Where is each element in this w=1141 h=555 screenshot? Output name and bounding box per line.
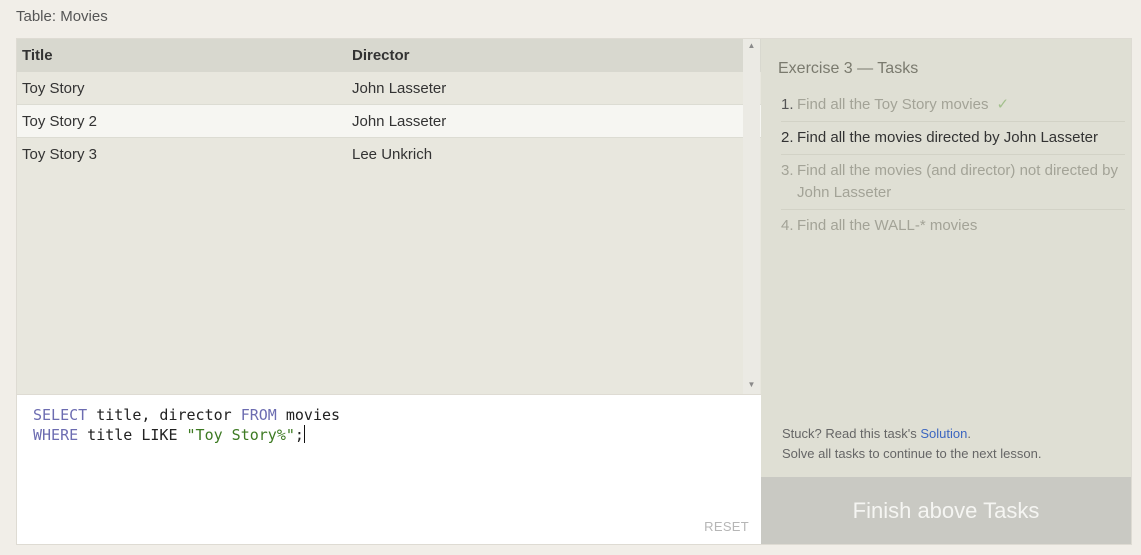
finish-tasks-button[interactable]: Finish above Tasks <box>761 477 1131 544</box>
cell-title: Toy Story 3 <box>22 145 98 163</box>
table-header: Title Director <box>17 39 761 72</box>
sql-editor[interactable]: SELECT title, director FROM movies WHERE… <box>17 394 761 544</box>
table-row: Toy Story 2 John Lasseter <box>17 105 761 138</box>
task-label: Find all the movies directed by John Las… <box>797 129 1098 146</box>
task-number: 2. <box>781 129 794 146</box>
help-suffix: . <box>967 426 971 441</box>
code-text: title, director <box>87 406 241 424</box>
scroll-down-icon[interactable]: ▼ <box>743 378 760 392</box>
task-item-1: 1. Find all the Toy Story movies ✓ <box>781 89 1125 122</box>
code-string: "Toy Story%" <box>186 426 295 444</box>
code-text: ; <box>294 426 304 444</box>
exercise-panel: Title Director Toy Story John Lasseter T… <box>16 38 1132 545</box>
keyword-select: SELECT <box>33 406 88 424</box>
help-line-2: Solve all tasks to continue to the next … <box>782 446 1042 461</box>
task-item-3: 3. Find all the movies (and director) no… <box>781 155 1125 210</box>
cell-director: Lee Unkrich <box>352 145 433 163</box>
task-list: 1. Find all the Toy Story movies ✓ 2. Fin… <box>781 89 1125 242</box>
scroll-up-icon[interactable]: ▲ <box>743 39 760 53</box>
cell-title: Toy Story 2 <box>22 112 98 130</box>
reset-button[interactable]: RESET <box>704 519 749 534</box>
task-item-4: 4. Find all the WALL-* movies <box>781 210 1125 242</box>
check-icon: ✓ <box>996 96 1010 113</box>
cell-director: John Lasseter <box>352 112 447 130</box>
column-header-title: Title <box>22 47 53 64</box>
cell-director: John Lasseter <box>352 79 447 97</box>
table-scrollbar[interactable]: ▲ ▼ <box>743 39 760 394</box>
keyword-where: WHERE <box>33 426 79 444</box>
code-text: title LIKE <box>78 426 187 444</box>
solution-link[interactable]: Solution <box>920 426 967 441</box>
keyword-from: FROM <box>240 406 277 424</box>
task-number: 1. <box>781 96 794 113</box>
cell-title: Toy Story <box>22 79 85 97</box>
task-label: Find all the movies (and director) not d… <box>797 162 1118 201</box>
exercise-title: Exercise 3 — Tasks <box>778 60 919 77</box>
table-row: Toy Story 3 Lee Unkrich <box>17 138 761 170</box>
code-text: movies <box>276 406 341 424</box>
task-label: Find all the Toy Story movies <box>797 96 989 113</box>
tasks-sidebar: Exercise 3 — Tasks 1. Find all the Toy S… <box>761 39 1131 544</box>
help-prefix: Stuck? Read this task's <box>782 426 921 441</box>
column-header-director: Director <box>352 47 410 64</box>
task-label: Find all the WALL-* movies <box>797 217 978 234</box>
help-line-1: Stuck? Read this task's Solution. <box>782 424 1041 444</box>
help-text: Stuck? Read this task's Solution. Solve … <box>782 424 1041 464</box>
sql-code[interactable]: SELECT title, director FROM movies WHERE… <box>33 405 340 445</box>
results-table: Title Director Toy Story John Lasseter T… <box>17 39 761 394</box>
task-number: 3. <box>781 162 794 179</box>
task-number: 4. <box>781 217 794 234</box>
table-row: Toy Story John Lasseter <box>17 72 761 105</box>
text-cursor <box>303 425 305 443</box>
task-text: Find all the Toy Story movies ✓ <box>797 94 1009 116</box>
task-item-2: 2. Find all the movies directed by John … <box>781 122 1125 155</box>
table-label: Table: Movies <box>16 8 108 25</box>
